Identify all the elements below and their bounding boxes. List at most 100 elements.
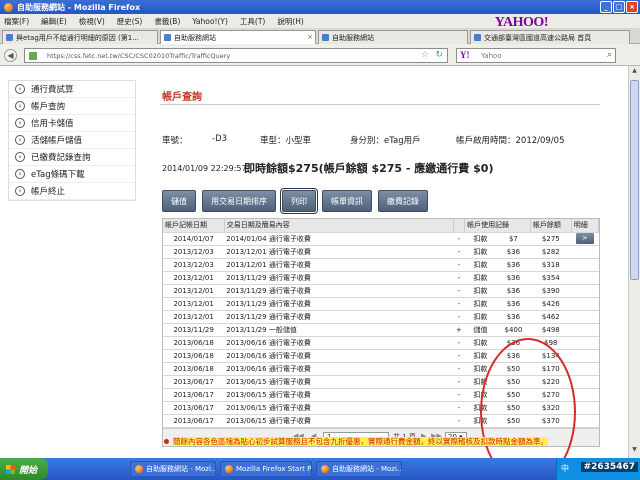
- post-date-cell: 2013/12/01: [163, 297, 225, 311]
- trans-desc: 通行電子收費: [268, 403, 311, 412]
- firefox-icon: [4, 2, 13, 12]
- table-row: 2013/12/03 2013/12/01 通行電子收費 - 扣款 $36 $318: [163, 258, 599, 272]
- page-title: 帳戶查詢: [162, 92, 202, 103]
- firefox-icon: [135, 465, 143, 473]
- usage-type-cell: 扣款: [464, 284, 497, 298]
- post-date-cell: 2013/12/01: [163, 284, 225, 298]
- tab-label: 自助服務網站: [174, 33, 216, 42]
- transaction-cell: 2013/11/29 通行電子收費: [224, 284, 454, 298]
- tab-etag-forum[interactable]: 與etag用戶不給通行明細的原因 (第1...: [2, 30, 158, 44]
- sign-cell: -: [453, 362, 465, 376]
- address-bar[interactable]: https://css.fetc.net.tw/CSC/CSC02010Traf…: [24, 48, 448, 63]
- post-date-cell: 2013/12/01: [163, 271, 225, 285]
- tab-close-icon[interactable]: ×: [307, 33, 313, 41]
- search-box[interactable]: Y! Yahoo ⌕: [456, 48, 616, 63]
- topup-button[interactable]: 儲值: [162, 190, 196, 212]
- menu-help[interactable]: 說明(H): [277, 16, 304, 27]
- sidebar-item-savings-topup[interactable]: ‹ 活儲帳戶儲值: [9, 132, 135, 149]
- sort-by-date-button[interactable]: 用交易日期排序: [202, 190, 276, 212]
- scroll-thumb[interactable]: [630, 80, 639, 280]
- table-row: 2013/12/01 2013/11/29 通行電子收費 - 扣款 $36 $354: [163, 271, 599, 285]
- tab-freeway-bureau[interactable]: 交通部臺灣區國道高速公路局 首頁: [470, 30, 630, 44]
- transaction-cell: 2013/11/29 通行電子收費: [224, 271, 454, 285]
- tab-label: 交通部臺灣區國道高速公路局 首頁: [484, 33, 592, 42]
- site-identity-icon[interactable]: [29, 52, 37, 60]
- menu-tools[interactable]: 工具(T): [240, 16, 265, 27]
- chevron-left-icon: ‹: [15, 169, 25, 179]
- start-button[interactable]: 開始: [0, 458, 48, 480]
- menu-history[interactable]: 歷史(S): [117, 16, 143, 27]
- sign-cell: -: [453, 297, 465, 311]
- yahoo-search-icon[interactable]: Y!: [460, 50, 470, 60]
- menu-bookmarks[interactable]: 書籤(B): [154, 16, 180, 27]
- detail-cell: [571, 336, 599, 350]
- trans-date: 2013/06/15: [226, 390, 267, 399]
- sign-cell: -: [453, 284, 465, 298]
- menu-file[interactable]: 檔案(F): [4, 16, 29, 27]
- sidebar-item-account-query[interactable]: ‹ 帳戶查詢: [9, 98, 135, 115]
- col-sign: [453, 219, 466, 233]
- payment-records-button[interactable]: 繳費記錄: [378, 190, 428, 212]
- tab-favicon: [322, 34, 329, 41]
- menu-edit[interactable]: 編輯(E): [41, 16, 67, 27]
- menu-yahoo[interactable]: Yahoo!(Y): [192, 17, 228, 26]
- detail-cell: [571, 323, 599, 337]
- trans-desc: 通行電子收費: [268, 351, 311, 360]
- scroll-down-icon[interactable]: ▼: [630, 446, 639, 456]
- sidebar-item-account-termination[interactable]: ‹ 帳戶終止: [9, 183, 135, 200]
- amount-cell: $36: [496, 284, 531, 298]
- taskbar: 開始 自助服務網站 - Mozi... Mozilla Firefox Star…: [0, 458, 640, 480]
- bill-info-button[interactable]: 帳單資訊: [322, 190, 372, 212]
- sidebar-item-toll-estimate[interactable]: ‹ 通行費試算: [9, 81, 135, 98]
- minimize-button[interactable]: _: [600, 1, 612, 13]
- ime-indicator[interactable]: 中: [561, 463, 569, 474]
- taskbar-item-firefox-start[interactable]: Mozilla Firefox Start P...: [220, 461, 312, 477]
- col-usage: 帳戶使用記錄: [464, 219, 531, 233]
- maximize-button[interactable]: □: [613, 1, 625, 13]
- sidebar-item-credit-card-topup[interactable]: ‹ 信用卡儲值: [9, 115, 135, 132]
- table-row: 2013/11/29 2013/11/29 一般儲值 + 儲值 $400 $498: [163, 323, 599, 337]
- page-viewport: ‹ 通行費試算 ‹ 帳戶查詢 ‹ 信用卡儲值 ‹ 活儲帳戶儲值 ‹ 已繳費記錄查…: [0, 66, 628, 458]
- chevron-left-icon: ‹: [15, 101, 25, 111]
- table-row: 2014/01/07 2014/01/04 通行電子收費 - 扣款 $7 $275 >: [163, 232, 599, 246]
- tab-label: 自助服務網站: [332, 33, 374, 42]
- tab-self-service-1[interactable]: 自助服務網站 ×: [160, 30, 316, 44]
- menu-view[interactable]: 檢視(V): [79, 16, 105, 27]
- trans-date: 2013/11/29: [226, 299, 267, 308]
- query-datetime: 2014/01/09 22:29:57: [162, 164, 247, 173]
- reload-icon[interactable]: ↻: [435, 50, 443, 60]
- sidebar-item-label: 通行費試算: [31, 85, 74, 95]
- back-button[interactable]: ◀: [4, 49, 17, 62]
- detail-cell: [571, 297, 599, 311]
- search-icon[interactable]: ⌕: [607, 50, 612, 60]
- trans-desc: 通行電子收費: [268, 234, 311, 243]
- sidebar-item-payment-history[interactable]: ‹ 已繳費記錄查詢: [9, 149, 135, 166]
- taskbar-item-self-service-2[interactable]: 自助服務網站 - Mozi...: [316, 461, 402, 477]
- tab-bar: 與etag用戶不給通行明細的原因 (第1... 自助服務網站 × 自助服務網站 …: [0, 28, 640, 44]
- transaction-cell: 2013/06/15 通行電子收費: [224, 375, 454, 389]
- balance-cell: $498: [530, 323, 572, 337]
- detail-cell: [571, 258, 599, 272]
- post-date-cell: 2013/06/18: [163, 349, 225, 363]
- sidebar-item-etag-barcode[interactable]: ‹ eTag條碼下載: [9, 166, 135, 183]
- action-toolbar: 儲值 用交易日期排序 列印 帳單資訊 繳費記錄: [162, 188, 428, 214]
- chevron-left-icon: ‹: [15, 152, 25, 162]
- tab-favicon: [164, 34, 171, 41]
- taskbar-item-self-service-1[interactable]: 自助服務網站 - Mozi...: [130, 461, 216, 477]
- sidebar-item-label: 帳戶終止: [31, 187, 66, 197]
- detail-cell: >: [571, 232, 599, 246]
- close-button[interactable]: ×: [626, 1, 638, 13]
- detail-button[interactable]: >: [575, 233, 594, 244]
- transaction-cell: 2013/11/29 通行電子收費: [224, 297, 454, 311]
- balance-cell: $282: [530, 245, 572, 259]
- bookmark-star-icon[interactable]: ☆: [421, 50, 429, 60]
- vertical-scrollbar[interactable]: ▲ ▼: [628, 66, 640, 458]
- tab-self-service-2[interactable]: 自助服務網站: [318, 30, 468, 44]
- car-type: 車型：小型車: [260, 136, 312, 146]
- print-button[interactable]: 列印: [280, 188, 318, 214]
- amount-cell: $7: [496, 232, 531, 246]
- scroll-up-icon[interactable]: ▲: [630, 67, 639, 77]
- trans-desc: 通行電子收費: [268, 273, 311, 282]
- detail-cell: [571, 271, 599, 285]
- window-titlebar: 自助服務網站 - Mozilla Firefox _ □ ×: [0, 0, 640, 14]
